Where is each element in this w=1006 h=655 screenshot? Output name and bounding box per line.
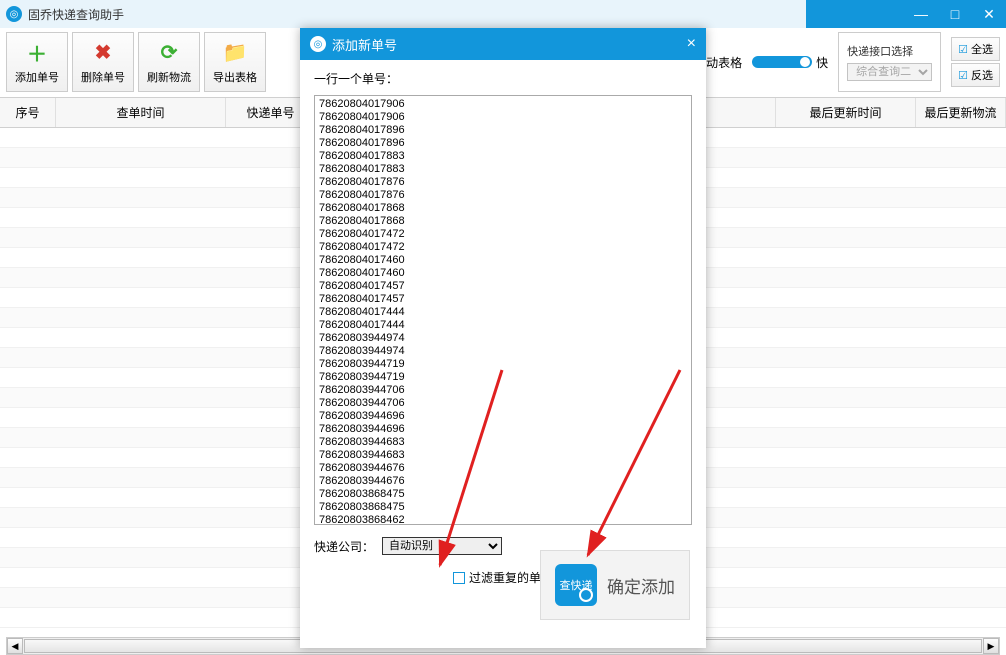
scroll-right-arrow[interactable]: ▶ bbox=[983, 638, 999, 654]
refresh-label: 刷新物流 bbox=[147, 69, 191, 85]
app-title: 固乔快递查询助手 bbox=[28, 6, 124, 23]
window-maximize-button[interactable]: □ bbox=[938, 0, 972, 28]
invert-selection-button[interactable]: ☑ 反选 bbox=[951, 63, 1000, 87]
courier-company-select[interactable]: 自动识别 bbox=[382, 537, 502, 555]
col-last-update-time[interactable]: 最后更新时间 bbox=[776, 98, 916, 127]
folder-export-icon: 📁 bbox=[222, 39, 248, 65]
export-table-button[interactable]: 📁 导出表格 bbox=[204, 32, 266, 92]
col-seq[interactable]: 序号 bbox=[0, 98, 56, 127]
confirm-add-label: 确定添加 bbox=[607, 573, 675, 598]
modal-per-line-label: 一行一个单号： bbox=[314, 70, 692, 87]
check-icon: ☑ bbox=[958, 69, 968, 82]
window-minimize-button[interactable]: — bbox=[904, 0, 938, 28]
export-label: 导出表格 bbox=[213, 69, 257, 85]
scroll-left-arrow[interactable]: ◀ bbox=[7, 638, 23, 654]
cross-icon: ✖ bbox=[90, 39, 116, 65]
modal-titlebar: ◎ 添加新单号 × bbox=[300, 28, 706, 60]
modal-close-button[interactable]: × bbox=[687, 35, 696, 53]
plus-icon: ＋ bbox=[24, 39, 50, 65]
search-express-icon: 查快递 bbox=[555, 564, 597, 606]
col-last-update-loc[interactable]: 最后更新物流 bbox=[916, 98, 1006, 127]
add-tracking-button[interactable]: ＋ 添加单号 bbox=[6, 32, 68, 92]
col-query-time[interactable]: 查单时间 bbox=[56, 98, 226, 127]
select-all-button[interactable]: ☑ 全选 bbox=[951, 37, 1000, 61]
modal-app-icon: ◎ bbox=[310, 36, 326, 52]
refresh-icon: ⟳ bbox=[156, 39, 182, 65]
tracking-numbers-textarea[interactable] bbox=[314, 95, 692, 525]
app-icon: ◎ bbox=[6, 6, 22, 22]
check-icon: ☑ bbox=[958, 43, 968, 56]
selection-buttons: ☑ 全选 ☑ 反选 bbox=[951, 37, 1000, 87]
speed-slider[interactable] bbox=[752, 56, 812, 68]
titlebar: ◎ 固乔快递查询助手 — □ ✕ bbox=[0, 0, 1006, 28]
company-label: 快递公司： bbox=[314, 538, 374, 555]
speed-fast-label: 快 bbox=[816, 54, 828, 71]
add-tracking-modal: ◎ 添加新单号 × 一行一个单号： 快递公司： 自动识别 过滤重复的单号 查快递… bbox=[300, 28, 706, 648]
delete-tracking-button[interactable]: ✖ 删除单号 bbox=[72, 32, 134, 92]
confirm-add-button[interactable]: 查快递 确定添加 bbox=[540, 550, 690, 620]
window-close-button[interactable]: ✕ bbox=[972, 0, 1006, 28]
add-tracking-label: 添加单号 bbox=[15, 69, 59, 85]
delete-tracking-label: 删除单号 bbox=[81, 69, 125, 85]
refresh-logistics-button[interactable]: ⟳ 刷新物流 bbox=[138, 32, 200, 92]
api-select[interactable]: 综合查询二 bbox=[847, 63, 932, 81]
filter-duplicates-checkbox[interactable] bbox=[453, 572, 465, 584]
api-group: 快递接口选择 综合查询二 bbox=[838, 32, 941, 92]
api-group-title: 快递接口选择 bbox=[847, 43, 932, 59]
speed-slider-section: 快 bbox=[752, 54, 828, 71]
modal-title-text: 添加新单号 bbox=[332, 35, 397, 54]
